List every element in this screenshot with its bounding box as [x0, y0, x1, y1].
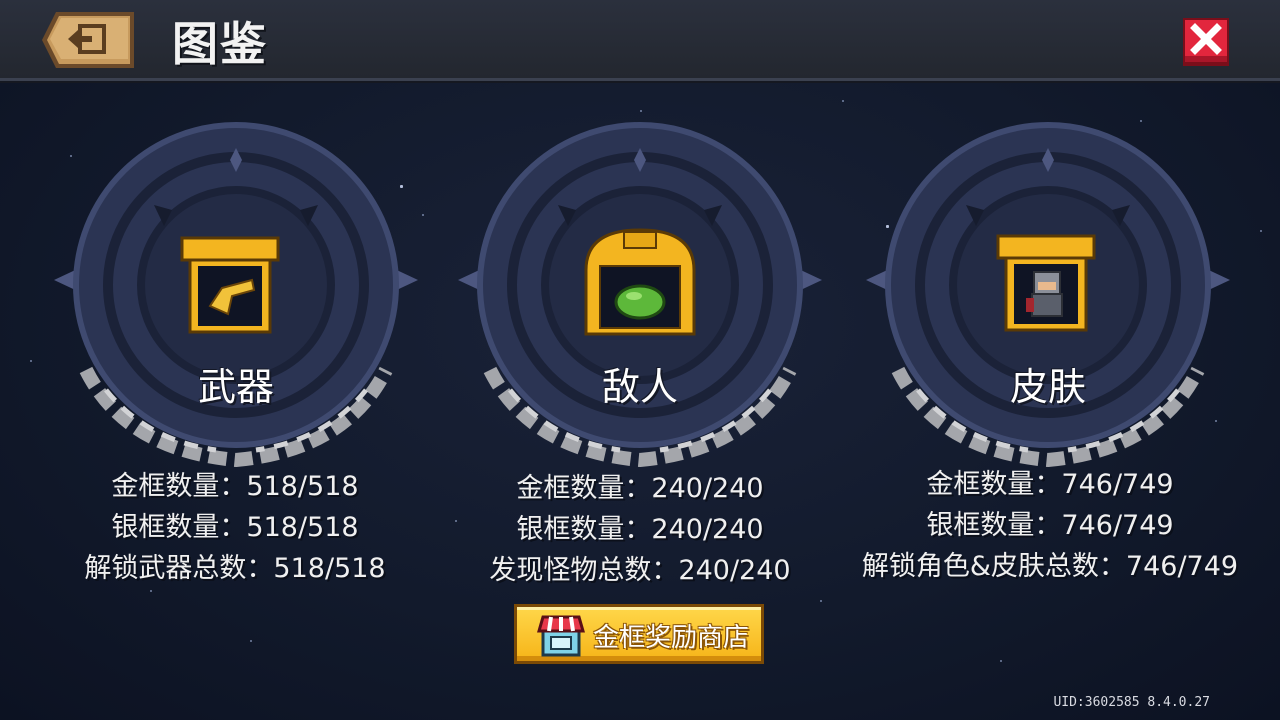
star — [842, 100, 844, 102]
enemies-section[interactable]: 敌人 — [450, 120, 830, 470]
shop-button-label: 金框奖励商店 — [593, 623, 750, 653]
star — [820, 600, 822, 602]
uid-version-text: UID:3602585 8.4.0.27 — [1053, 695, 1210, 710]
skins-gold-frames: 金框数量：746/749 — [926, 469, 1174, 500]
weapons-stats: 金框数量：518/518 银框数量：518/518 解锁武器总数：518/518 — [25, 466, 445, 589]
star — [1260, 230, 1262, 232]
skins-stats: 金框数量：746/749 银框数量：746/749 解锁角色&皮肤总数：746/… — [840, 464, 1260, 587]
enemies-medallion — [458, 122, 822, 468]
weapons-medallion — [54, 122, 418, 468]
close-button[interactable] — [1183, 18, 1229, 66]
enemies-discovered-total: 发现怪物总数：240/240 — [489, 555, 791, 586]
star — [1000, 660, 1002, 662]
codex-screen: 图鉴 武器 金框数量：518/518 银框数量：518/518 解锁武器总数：5… — [0, 0, 1280, 720]
weapons-title: 武器 — [197, 365, 274, 409]
enemies-title: 敌人 — [601, 365, 678, 409]
weapons-gold-frames: 金框数量：518/518 — [111, 471, 359, 502]
skins-silver-frames: 银框数量：746/749 — [926, 510, 1174, 541]
green-slime-icon — [584, 228, 696, 336]
exit-arrow-icon — [42, 12, 134, 68]
weapons-silver-frames: 银框数量：518/518 — [111, 512, 359, 543]
skins-section[interactable]: 皮肤 — [858, 120, 1238, 470]
knight-character-icon — [996, 234, 1096, 332]
back-button[interactable] — [42, 12, 134, 68]
gold-frame-shop-button[interactable]: 金框奖励商店 — [514, 604, 764, 664]
weapons-unlocked-total: 解锁武器总数：518/518 — [84, 553, 386, 584]
close-x-icon — [1183, 18, 1229, 66]
weapons-section[interactable]: 武器 — [46, 120, 426, 470]
skins-title: 皮肤 — [1009, 365, 1086, 409]
star — [250, 640, 252, 642]
shop-stall-icon — [537, 615, 585, 657]
skins-medallion — [866, 122, 1230, 468]
golden-pistol-icon — [180, 236, 280, 334]
star — [30, 360, 32, 362]
star — [640, 110, 642, 112]
skins-unlocked-total: 解锁角色&皮肤总数：746/749 — [861, 551, 1239, 582]
enemies-silver-frames: 银框数量：240/240 — [516, 514, 764, 545]
enemies-gold-frames: 金框数量：240/240 — [516, 473, 764, 504]
star — [150, 590, 152, 592]
top-bar: 图鉴 — [0, 0, 1280, 81]
enemies-stats: 金框数量：240/240 银框数量：240/240 发现怪物总数：240/240 — [430, 468, 850, 591]
page-title: 图鉴 — [172, 17, 268, 71]
